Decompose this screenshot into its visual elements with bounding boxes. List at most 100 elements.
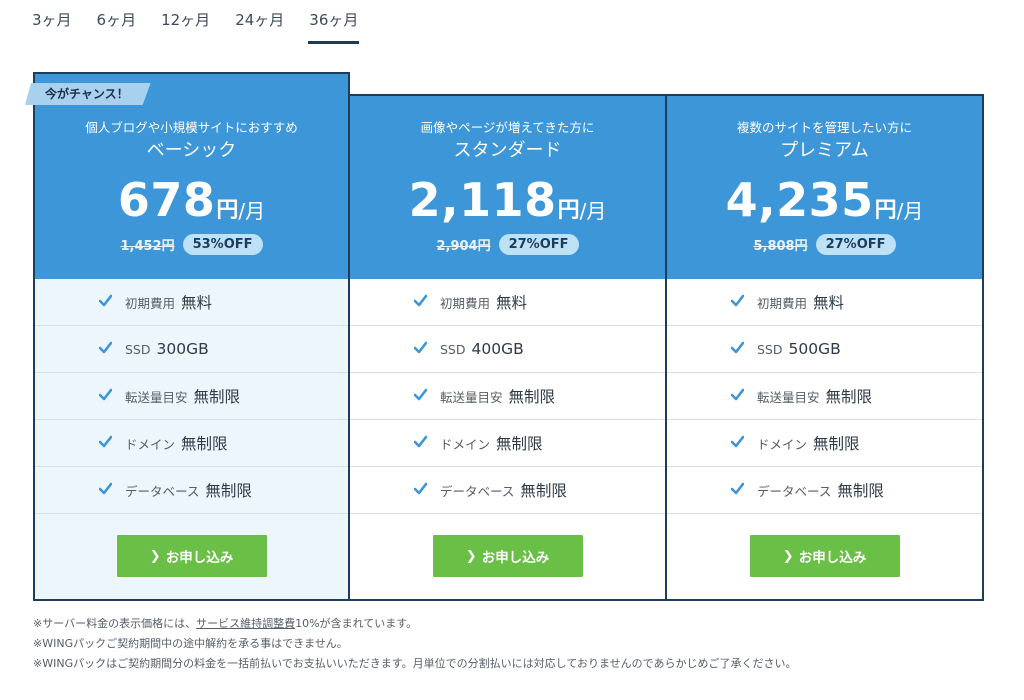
- plan-subtitle: 複数のサイトを管理したい方に: [736, 120, 912, 135]
- tab-3-months[interactable]: 3ヶ月: [31, 8, 73, 44]
- apply-button-premium[interactable]: ❯ お申し込み: [749, 535, 900, 577]
- feature-label: ドメイン: [757, 436, 808, 452]
- discount-row: 5,808円 27%OFF: [667, 234, 982, 255]
- feature-transfer: 転送量目安 無制限: [350, 373, 665, 420]
- chevron-right-icon: ❯: [149, 548, 161, 564]
- tab-12-months[interactable]: 12ヶ月: [160, 8, 211, 44]
- check-icon: [99, 435, 112, 448]
- note-1: ※サーバー料金の表示価格には、サービス維持調整費10%が含まれています。: [33, 614, 797, 634]
- feature-value: 無制限: [520, 482, 567, 500]
- note-text: ※サーバー料金の表示価格には、: [33, 617, 197, 630]
- feature-value: 無制限: [508, 388, 556, 406]
- feature-label: データベース: [440, 483, 515, 499]
- discount-row: 2,904円 27%OFF: [350, 234, 665, 255]
- chevron-right-icon: ❯: [782, 548, 794, 564]
- discount-badge: 27%OFF: [815, 234, 896, 255]
- feature-list: 初期費用 無料 SSD 400GB 転送量目安 無制限 ドメイン 無制限 データベース無…: [350, 279, 665, 514]
- feature-database: データベース 無制限: [35, 467, 348, 514]
- check-icon: [731, 482, 744, 495]
- feature-database: データベース 無制限: [667, 467, 982, 514]
- check-icon: [414, 388, 427, 401]
- tab-24-months[interactable]: 24ヶ月: [234, 8, 285, 44]
- feature-value: 無制限: [181, 435, 228, 453]
- feature-label: 初期費用: [125, 295, 176, 311]
- feature-value: 無制限: [496, 435, 543, 453]
- original-price: 5,808円: [753, 239, 808, 254]
- feature-database: データベース 無制限: [350, 467, 665, 514]
- plan-name: スタンダード: [453, 140, 562, 161]
- apply-button-basic[interactable]: ❯ お申し込み: [116, 535, 267, 577]
- apply-button-label: お申し込み: [165, 550, 234, 566]
- plan-price: 678 円/月: [35, 170, 348, 226]
- button-area: ❯ お申し込み: [350, 514, 665, 598]
- feature-label: SSD: [757, 341, 783, 357]
- note-3: ※WINGパックはご契約期間分の料金を一括前払いでお支払いいただきます。月単位で…: [33, 657, 797, 670]
- feature-label: 転送量目安: [125, 389, 188, 405]
- feature-transfer: 転送量目安 無制限: [667, 373, 982, 420]
- feature-value: 400GB: [471, 340, 524, 358]
- feature-label: SSD: [125, 341, 151, 357]
- feature-label: 転送量目安: [440, 389, 503, 405]
- button-area: ❯ お申し込み: [667, 514, 982, 598]
- feature-value: 無制限: [813, 435, 860, 453]
- price-currency: 円: [874, 198, 897, 223]
- price-currency: 円: [557, 198, 580, 223]
- check-icon: [99, 341, 112, 354]
- feature-label: 初期費用: [757, 295, 808, 311]
- feature-ssd: SSD 500GB: [667, 326, 982, 373]
- feature-value: 無制限: [837, 482, 884, 500]
- feature-value: 無料: [181, 294, 213, 312]
- promo-badge: 今がチャンス！: [25, 83, 151, 105]
- price-period: /月: [896, 199, 924, 223]
- feature-domain: ドメイン 無制限: [667, 420, 982, 467]
- feature-value: 無制限: [193, 388, 241, 406]
- feature-initial-fee: 初期費用 無料: [35, 279, 348, 326]
- pricing-plans: 今がチャンス！ 個人ブログや小規模サイトにおすすめ ベーシック 678 円/月 1…: [33, 72, 984, 601]
- check-icon: [731, 435, 744, 448]
- feature-value: 無制限: [825, 388, 873, 406]
- price-currency: 円: [216, 198, 239, 223]
- pricing-notes: ※サーバー料金の表示価格には、サービス維持調整費10%が含まれています。 ※WI…: [33, 614, 797, 674]
- feature-ssd: SSD 300GB: [35, 326, 348, 373]
- feature-label: ドメイン: [125, 436, 176, 452]
- check-icon: [414, 482, 427, 495]
- tab-6-months[interactable]: 6ヶ月: [96, 8, 138, 44]
- plan-name: ベーシック: [146, 140, 237, 161]
- apply-button-standard[interactable]: ❯ お申し込み: [432, 535, 583, 577]
- duration-tabs: 3ヶ月 6ヶ月 12ヶ月 24ヶ月 36ヶ月: [31, 8, 382, 46]
- check-icon: [99, 294, 112, 307]
- discount-badge: 53%OFF: [182, 234, 263, 255]
- check-icon: [414, 294, 427, 307]
- chevron-right-icon: ❯: [465, 548, 477, 564]
- feature-label: SSD: [440, 341, 466, 357]
- service-fee-link[interactable]: サービス維持調整費: [196, 617, 295, 630]
- price-period: /月: [579, 199, 607, 223]
- check-icon: [731, 294, 744, 307]
- feature-value: 無料: [813, 294, 845, 312]
- price-period: /月: [238, 199, 266, 223]
- feature-initial-fee: 初期費用 無料: [667, 279, 982, 326]
- feature-ssd: SSD 400GB: [350, 326, 665, 373]
- feature-value: 無料: [496, 294, 528, 312]
- note-text: 10%が含まれています。: [295, 617, 418, 630]
- check-icon: [414, 435, 427, 448]
- feature-initial-fee: 初期費用 無料: [350, 279, 665, 326]
- feature-label: データベース: [757, 483, 832, 499]
- tab-36-months[interactable]: 36ヶ月: [308, 8, 360, 44]
- check-icon: [414, 341, 427, 354]
- button-area: ❯ お申し込み: [35, 514, 348, 598]
- price-amount: 2,118: [408, 173, 557, 227]
- feature-domain: ドメイン 無制限: [350, 420, 665, 467]
- feature-value: 300GB: [156, 340, 209, 358]
- price-amount: 678: [117, 173, 216, 227]
- feature-label: ドメイン: [440, 436, 491, 452]
- feature-value: 無制限: [205, 482, 252, 500]
- feature-list: 初期費用 無料 SSD 500GB 転送量目安 無制限 ドメイン 無制限 データベース無…: [667, 279, 982, 514]
- plan-card-premium: 複数のサイトを管理したい方に プレミアム 4,235 円/月 5,808円 27%…: [667, 94, 984, 601]
- feature-label: 転送量目安: [757, 389, 820, 405]
- check-icon: [731, 388, 744, 401]
- note-2: ※WINGパックご契約期間中の途中解約を承る事はできません。: [33, 637, 348, 650]
- plan-header: 今がチャンス！ 個人ブログや小規模サイトにおすすめ ベーシック 678 円/月 1…: [35, 74, 348, 279]
- plan-card-standard: 画像やページが増えてきた方に スタンダード 2,118 円/月 2,904円 27…: [350, 94, 667, 601]
- plan-subtitle: 画像やページが増えてきた方に: [420, 120, 595, 135]
